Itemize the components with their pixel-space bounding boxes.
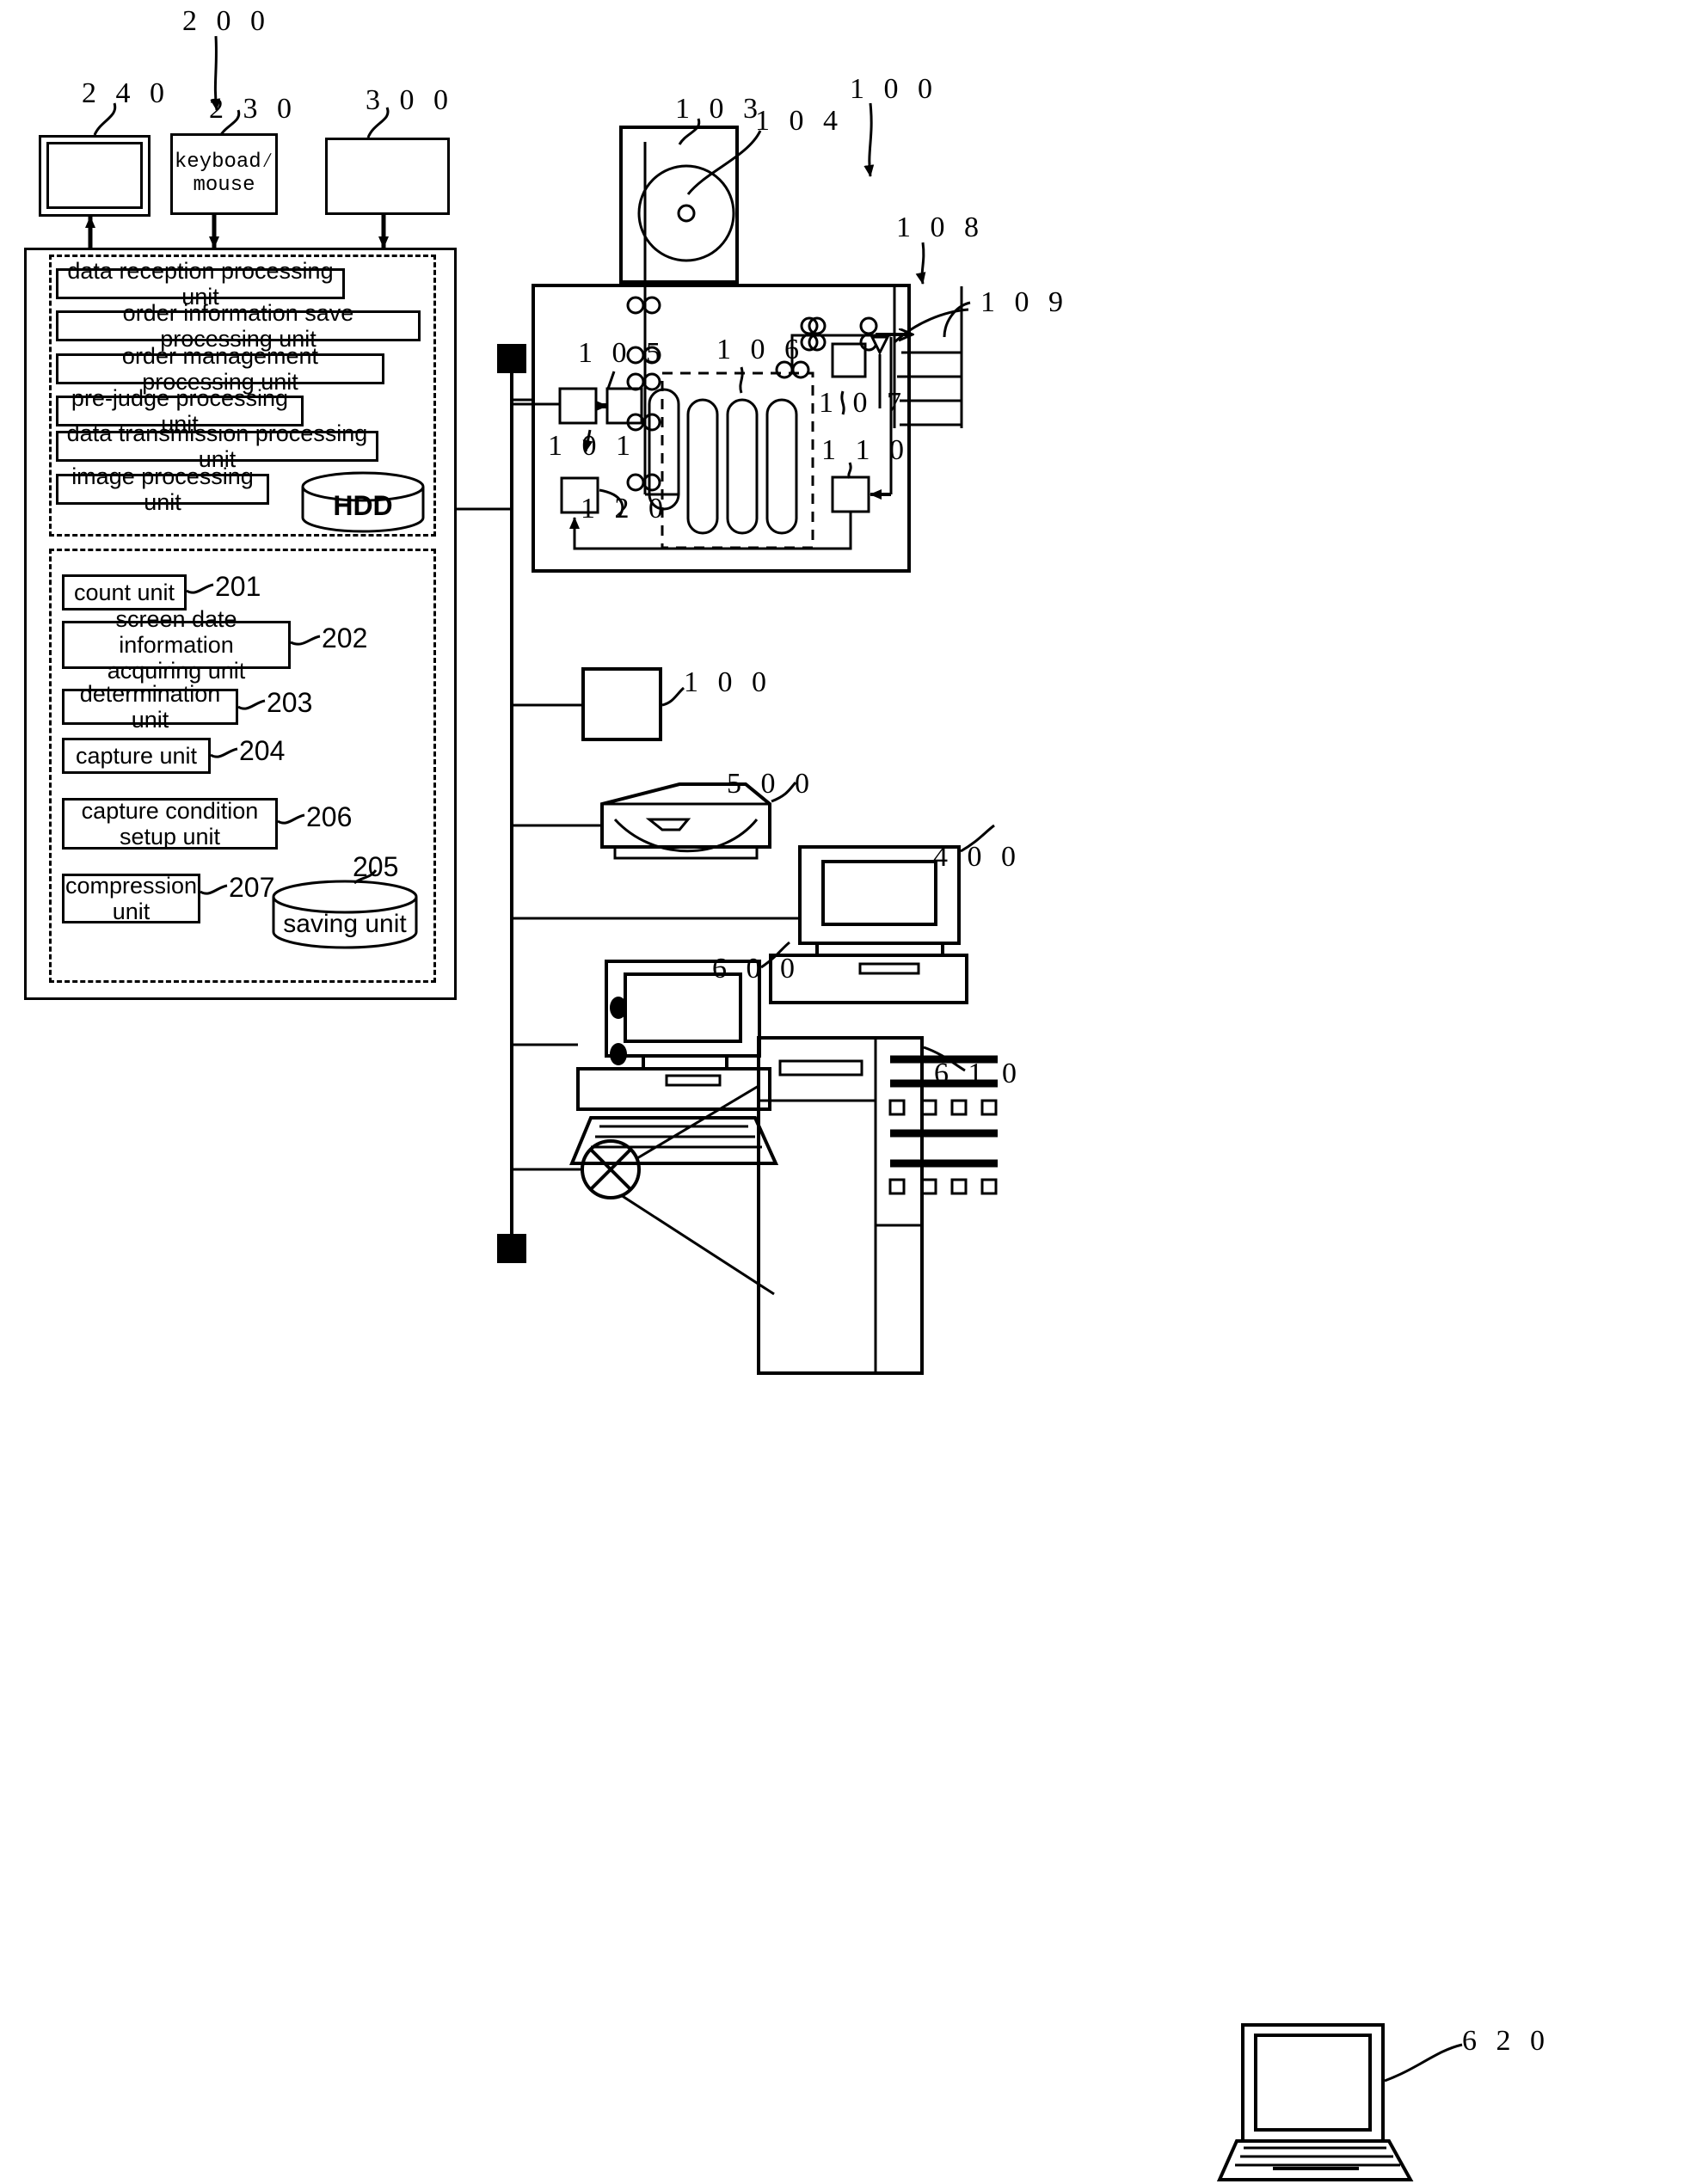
ref-120: 1 2 0 [581,493,669,525]
ref-500: 5 0 0 [727,768,815,800]
ref-101: 1 0 1 [548,430,636,462]
server-led [920,1178,937,1195]
laptop-rows [1235,2146,1400,2167]
leader-105 [606,371,616,390]
ref-106: 1 0 6 [716,334,805,365]
ref-240: 2 4 0 [82,77,170,109]
ref-230: 2 3 0 [209,93,298,125]
ref-206: 206 [306,801,353,832]
sensor-box-101 [558,387,598,425]
ref-109: 1 0 9 [980,286,1069,318]
ref-200: 2 0 0 [182,5,271,37]
unit-data-reception[interactable]: data reception processing unit [56,258,345,310]
tray-curve [893,308,969,344]
ref-202: 202 [322,623,368,653]
server-body [757,1036,924,1375]
roller [642,296,661,315]
ref-108: 1 0 8 [896,212,985,243]
unit-image-processing[interactable]: image processing unit [56,463,269,515]
leader-108 [915,242,926,285]
drum-1 [686,398,719,535]
ref-100-top: 1 0 0 [850,73,938,105]
roller [642,473,661,492]
ref-104: 1 0 4 [755,105,844,137]
ref-400: 4 0 0 [933,841,1022,873]
ref-205: 205 [353,851,399,882]
feed-box-105 [605,387,643,425]
roller [626,372,645,391]
ref-103: 1 0 3 [675,93,764,125]
unit-capture-condition-setup[interactable]: capture condition setup unit [62,798,278,850]
junction-cross [589,1148,632,1191]
server-led [980,1099,998,1116]
pc-stand [642,1056,728,1069]
leader-100-second [661,686,685,707]
server-led [950,1099,968,1116]
roller [642,372,661,391]
bus-terminator-top [497,344,526,373]
printer-body-box [532,284,911,573]
drum-3 [765,398,798,535]
unit-determination[interactable]: determination unit [62,681,238,733]
ref-610: 6 1 0 [934,1058,1023,1089]
junction-to-laptop [620,1193,775,1296]
ws-stand [815,943,944,955]
ref-110: 1 1 0 [821,434,910,466]
roller [642,413,661,432]
ws-screen [821,860,937,926]
laptop-lid [1241,2023,1385,2143]
ref-204: 204 [239,735,286,766]
scanner-notch [645,818,691,831]
unit-screen-date-info[interactable]: screen date information acquiring unit [62,606,291,684]
ref-100-second: 1 0 0 [684,666,772,698]
roller [859,316,878,335]
leader-620 [1384,2043,1463,2083]
ws-slot [858,962,920,975]
leader-106 [739,366,744,394]
unit-capture[interactable]: capture unit [62,738,211,774]
ref-201: 201 [215,571,261,602]
ref-107: 1 0 7 [819,387,907,419]
unit-data-transmission[interactable]: data transmission processing unit [56,420,378,472]
scanner-disc [637,164,735,262]
scanner-disc-hub [677,204,696,223]
roller [626,473,645,492]
ref-203: 203 [267,687,313,718]
drum-2 [726,398,759,535]
pc-slot [665,1074,722,1087]
server-led [980,1178,998,1195]
continuation-dot [610,1043,627,1065]
saving-unit-label: saving unit [283,910,407,938]
unit-compression[interactable]: compression unit [62,873,200,924]
return-box-110 [831,475,870,513]
leader-109 [943,301,971,338]
unit-order-info-save[interactable]: order information save processing unit [56,300,421,352]
ref-105: 1 0 5 [578,337,667,369]
bus-terminator-bottom [497,1234,526,1263]
printer2-box [581,667,662,741]
leader-100-top [863,102,875,177]
laptop-screen [1254,2034,1372,2132]
server-led [920,1099,937,1116]
pc-keyboard-rows [591,1125,762,1149]
roller [626,296,645,315]
ref-300: 3 0 0 [366,84,454,116]
input-device-230[interactable]: keyboad∕ mouse [170,133,278,215]
server-led [888,1178,906,1195]
server-led [950,1178,968,1195]
unit-order-management[interactable]: order management processing unit [56,343,384,395]
network-device-300 [325,138,450,215]
continuation-dot [610,997,627,1019]
fuser-box-107 [831,342,867,378]
display-240-inner [46,142,143,209]
tray-triangle [870,335,890,356]
ref-620: 6 2 0 [1462,2025,1551,2057]
server-led [888,1099,906,1116]
ref-207: 207 [229,872,275,903]
hdd-label: HDD [333,490,393,521]
ref-600: 6 0 0 [712,953,801,985]
server-slot [778,1059,863,1077]
